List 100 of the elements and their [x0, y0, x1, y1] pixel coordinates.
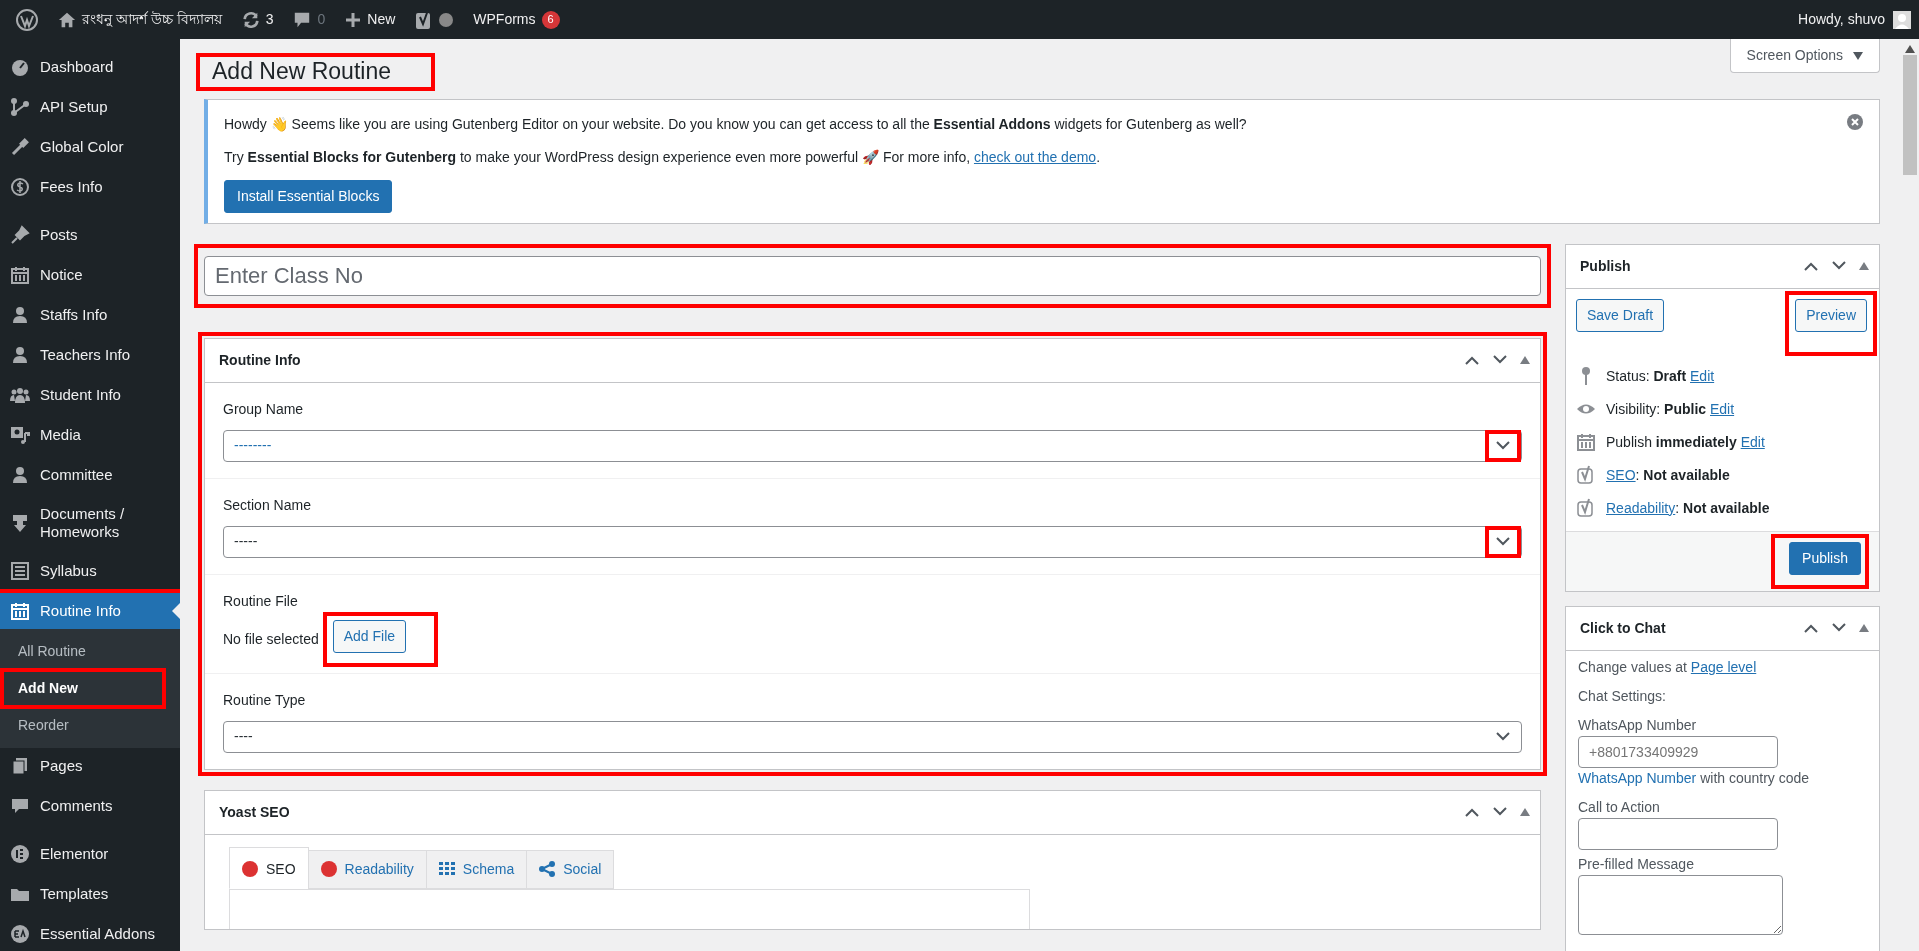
phone-input[interactable]: +8801733409929 — [1578, 735, 1778, 768]
box-title: Click to Chat — [1580, 618, 1666, 638]
box-title: Yoast SEO — [219, 802, 290, 822]
site-name-link[interactable]: রংধনু আদর্শ উচ্চ বিদ্যালয় — [82, 9, 222, 30]
sidebar-item[interactable]: Templates — [0, 876, 180, 912]
sidebar-item[interactable]: API Setup — [0, 89, 180, 125]
select-field[interactable]: ---- — [223, 720, 1522, 753]
sidebar-item[interactable]: Essential Addons — [0, 916, 180, 951]
sidebar-item[interactable]: Elementor — [0, 836, 180, 872]
tab[interactable]: Readability — [307, 849, 427, 889]
status-text: Status: Draft Edit — [1606, 366, 1715, 386]
wordpress-logo-icon[interactable] — [16, 8, 38, 31]
sidebar-item[interactable]: Comments — [0, 788, 180, 824]
file-status: No file selected — [223, 629, 319, 649]
chevron-down-icon[interactable] — [1495, 731, 1511, 742]
edit-link[interactable]: Edit — [1690, 367, 1715, 384]
cta-input[interactable] — [1578, 817, 1778, 850]
status-text: SEO: Not available — [1606, 465, 1730, 485]
select-field[interactable]: ----- — [223, 525, 1522, 558]
plus-icon — [345, 11, 362, 28]
move-up-icon[interactable] — [1803, 261, 1819, 272]
chevron-down-icon[interactable] — [1495, 536, 1511, 547]
pages-icon — [10, 756, 30, 776]
people-icon — [10, 385, 30, 405]
save-draft-button[interactable]: Save Draft — [1576, 298, 1665, 332]
move-down-icon[interactable] — [1831, 261, 1847, 272]
sidebar-item[interactable]: Syllabus — [0, 553, 180, 589]
field-label: Section Name — [223, 495, 312, 515]
yoast-logo-icon — [1576, 465, 1596, 486]
tab[interactable]: Schema — [425, 849, 528, 889]
sidebar-item[interactable]: Media — [0, 417, 180, 453]
caret-icon — [1853, 52, 1863, 61]
grid-icon — [438, 862, 455, 877]
pushpin-icon — [10, 225, 30, 245]
updates-link[interactable]: 3 — [231, 0, 284, 39]
collapse-toggle-icon[interactable] — [1520, 356, 1530, 365]
chevron-down-icon[interactable] — [1495, 440, 1511, 451]
sidebar-item[interactable]: Staffs Info — [0, 297, 180, 333]
install-button[interactable]: Install Essential Blocks — [224, 179, 393, 213]
avatar-icon[interactable] — [1893, 10, 1911, 29]
collapse-toggle-icon[interactable] — [1859, 624, 1869, 633]
scroll-up-icon[interactable] — [1904, 45, 1915, 53]
sidebar-item[interactable]: Pages — [0, 748, 180, 784]
move-up-icon[interactable] — [1464, 807, 1480, 818]
close-icon[interactable] — [1847, 113, 1863, 130]
notice-text: Howdy 👋 Seems like you are using Gutenberg Editor on your website. Do you know you can get access to all the Essential Addons widgets for Gutenberg as well? — [224, 114, 1247, 134]
pipette-icon — [10, 137, 30, 157]
collapse-toggle-icon[interactable] — [1859, 262, 1869, 271]
edit-link[interactable]: SEO — [1606, 466, 1636, 483]
submenu-item[interactable]: Reorder — [4, 709, 162, 742]
submenu-item[interactable]: All Routine — [4, 635, 162, 668]
move-up-icon[interactable] — [1803, 623, 1819, 634]
sidebar-item[interactable]: Routine Info — [0, 593, 180, 629]
calendar-icon — [10, 265, 30, 285]
circle-logo-icon — [10, 844, 30, 864]
sidebar-item[interactable]: Global Color — [0, 129, 180, 165]
settings-label: Chat Settings: — [1578, 686, 1667, 706]
speech-bubble-icon — [293, 10, 312, 29]
sidebar-item[interactable]: Committee — [0, 457, 180, 493]
move-down-icon[interactable] — [1492, 355, 1508, 366]
sidebar-item[interactable]: Notice — [0, 257, 180, 293]
sidebar-item[interactable]: Documents / Homeworks — [0, 497, 180, 549]
move-down-icon[interactable] — [1831, 623, 1847, 634]
scroll-thumb[interactable] — [1902, 55, 1917, 175]
sidebar-item[interactable]: Dashboard — [0, 49, 180, 85]
yoast-logo-icon — [1576, 498, 1596, 519]
message-input[interactable] — [1578, 874, 1783, 935]
whatsapp-link[interactable]: WhatsApp Number — [1578, 769, 1697, 786]
edit-link[interactable]: Edit — [1710, 400, 1735, 417]
person-icon — [10, 305, 30, 325]
status-text: Readability: Not available — [1606, 498, 1770, 518]
edit-link[interactable]: Edit — [1740, 433, 1765, 450]
field-label: WhatsApp Number — [1578, 715, 1698, 735]
move-down-icon[interactable] — [1492, 807, 1508, 818]
new-link[interactable]: New — [367, 9, 396, 30]
sidebar-item[interactable]: Fees Info — [0, 169, 180, 205]
sidebar-item[interactable]: Teachers Info — [0, 337, 180, 373]
media-icon — [10, 425, 30, 445]
publish-button[interactable]: Publish — [1789, 541, 1861, 575]
screen-options-button[interactable]: Screen Options — [1729, 39, 1880, 73]
submenu-item[interactable]: Add New — [4, 672, 162, 705]
add-file-button[interactable]: Add File — [332, 619, 407, 653]
preview-button[interactable]: Preview — [1795, 298, 1867, 332]
sidebar-item[interactable]: Posts — [0, 217, 180, 253]
field-label: Routine File — [223, 591, 299, 611]
collapse-toggle-icon[interactable] — [1520, 808, 1530, 817]
account-link[interactable]: Howdy, shuvo — [1798, 9, 1885, 30]
wpforms-link[interactable]: WPForms — [473, 9, 536, 30]
sidebar-item[interactable]: Student Info — [0, 377, 180, 413]
update-count: 3 — [265, 10, 274, 29]
title-input[interactable]: Enter Class No — [204, 255, 1541, 296]
tab[interactable]: SEO — [229, 846, 309, 889]
move-up-icon[interactable] — [1464, 355, 1480, 366]
comment-count: 0 — [317, 10, 326, 29]
status-text: Visibility: Public Edit — [1606, 399, 1735, 419]
select-field[interactable]: -------- — [223, 429, 1522, 462]
tab[interactable]: Social — [526, 849, 615, 889]
page-level-link[interactable]: Page level — [1690, 658, 1757, 675]
coin-icon — [10, 177, 30, 197]
field-label: Routine Type — [223, 690, 307, 710]
